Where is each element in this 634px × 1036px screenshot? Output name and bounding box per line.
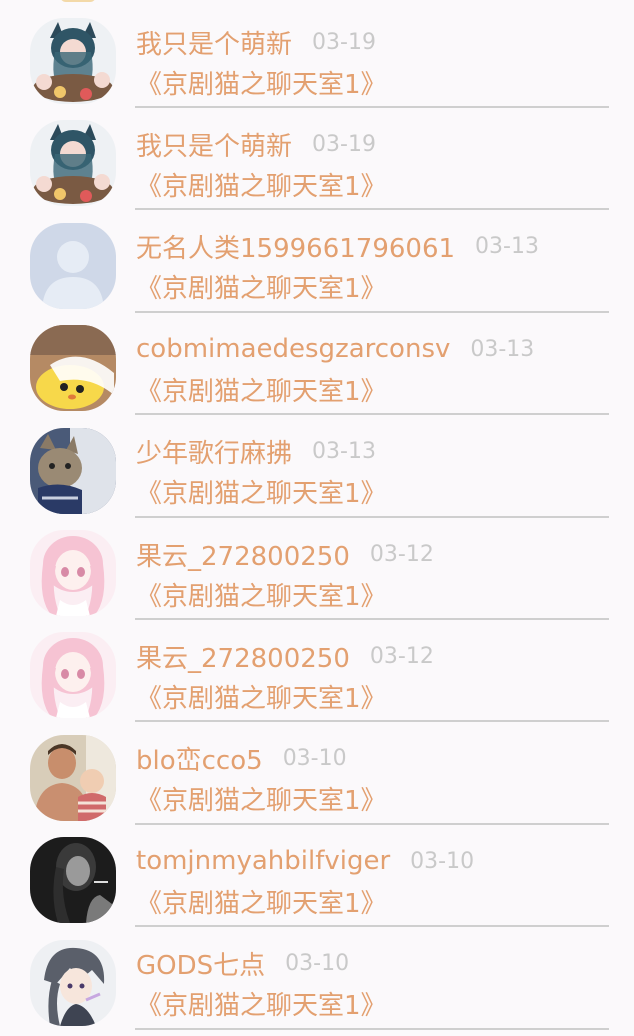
timestamp: 03-13 — [312, 439, 376, 465]
message-preview[interactable]: 《京剧猫之聊天室1》 — [136, 371, 387, 407]
monochrome-portrait-icon — [30, 837, 116, 924]
message-preview[interactable]: 《京剧猫之聊天室1》 — [136, 781, 387, 817]
avatar[interactable] — [30, 530, 116, 616]
chat-list-item[interactable]: tomjnmyahbilfviger 03-10 《京剧猫之聊天室1》 — [0, 819, 634, 928]
message-preview[interactable]: 《京剧猫之聊天室1》 — [136, 269, 387, 305]
username[interactable]: blo峦cco5 — [136, 740, 263, 777]
pink-anime-girl-icon — [30, 632, 116, 719]
message-preview[interactable]: 《京剧猫之聊天室1》 — [136, 166, 387, 202]
timestamp: 03-10 — [282, 746, 347, 772]
chat-list-item[interactable]: blo峦cco5 03-10 《京剧猫之聊天室1》 — [0, 717, 634, 825]
default-person-icon — [30, 222, 116, 309]
anime-catgirl-group-icon — [30, 18, 116, 104]
message-preview[interactable]: 《京剧猫之聊天室1》 — [136, 64, 387, 100]
item-header: 果云_272800250 03-12 — [136, 638, 434, 674]
message-preview[interactable]: 《京剧猫之聊天室1》 — [136, 883, 387, 919]
avatar[interactable] — [30, 939, 116, 1026]
timestamp: 03-10 — [410, 848, 475, 874]
chat-list-item[interactable]: GODS七点 03-10 《京剧猫之聊天室1》 — [0, 922, 634, 1030]
man-with-baby-icon — [30, 734, 116, 821]
username[interactable]: 果云_272800250 — [136, 638, 350, 675]
message-preview[interactable]: 《京剧猫之聊天室1》 — [136, 474, 387, 510]
anime-catgirl-group-icon — [30, 120, 116, 207]
timestamp: 03-13 — [470, 336, 535, 362]
yellow-chick-icon — [30, 325, 116, 412]
username[interactable]: 无名人类1599661796061 — [136, 228, 455, 265]
item-header: blo峦cco5 03-10 — [136, 741, 347, 777]
username[interactable]: 我只是个萌新 — [136, 126, 292, 163]
item-header: 果云_272800250 03-12 — [136, 536, 434, 572]
avatar[interactable] — [30, 18, 116, 104]
item-header: GODS七点 03-10 — [136, 946, 349, 982]
timestamp: 03-19 — [312, 131, 376, 157]
item-header: tomjnmyahbilfviger 03-10 — [136, 843, 474, 879]
item-header: cobmimaedesgzarconsv 03-13 — [136, 331, 534, 367]
username[interactable]: 果云_272800250 — [136, 536, 350, 573]
item-header: 无名人类1599661796061 03-13 — [136, 229, 539, 265]
avatar[interactable] — [30, 325, 116, 412]
chat-list-item[interactable]: 我只是个萌新 03-19 《京剧猫之聊天室1》 — [0, 102, 634, 211]
username[interactable]: 少年歌行麻拂 — [136, 433, 292, 470]
separator — [135, 1027, 609, 1030]
avatar[interactable] — [30, 222, 116, 309]
anime-boy-icon — [30, 939, 116, 1026]
chat-list-item[interactable]: 无名人类1599661796061 03-13 《京剧猫之聊天室1》 — [0, 205, 634, 313]
avatar[interactable] — [30, 632, 116, 719]
chat-list-item[interactable]: 果云_272800250 03-12 《京剧猫之聊天室1》 — [0, 614, 634, 723]
chat-list-item[interactable]: 果云_272800250 03-12 《京剧猫之聊天室1》 — [0, 512, 634, 620]
username[interactable]: GODS七点 — [136, 945, 265, 982]
timestamp: 03-13 — [475, 234, 539, 260]
avatar[interactable] — [30, 120, 116, 207]
chat-list-item[interactable]: 少年歌行麻拂 03-13 《京剧猫之聊天室1》 — [0, 410, 634, 518]
message-preview[interactable]: 《京剧猫之聊天室1》 — [136, 678, 387, 714]
username[interactable]: cobmimaedesgzarconsv — [136, 334, 450, 364]
timestamp: 03-12 — [369, 643, 434, 669]
message-preview[interactable]: 《京剧猫之聊天室1》 — [136, 986, 387, 1022]
timestamp: 03-12 — [369, 541, 434, 567]
username[interactable]: tomjnmyahbilfviger — [136, 846, 390, 876]
avatar[interactable] — [30, 427, 116, 514]
pink-anime-girl-icon — [30, 530, 116, 616]
avatar[interactable] — [30, 837, 116, 924]
avatar[interactable] — [30, 734, 116, 821]
tabby-cat-icon — [30, 427, 116, 514]
item-header: 我只是个萌新 03-19 — [136, 24, 376, 60]
chat-list-item[interactable]: 我只是个萌新 03-19 《京剧猫之聊天室1》 — [0, 0, 634, 108]
chat-list-item[interactable]: cobmimaedesgzarconsv 03-13 《京剧猫之聊天室1》 — [0, 307, 634, 416]
timestamp: 03-19 — [312, 29, 376, 55]
username[interactable]: 我只是个萌新 — [136, 24, 292, 61]
message-preview[interactable]: 《京剧猫之聊天室1》 — [136, 576, 387, 612]
item-header: 我只是个萌新 03-19 — [136, 126, 376, 162]
timestamp: 03-10 — [285, 951, 350, 977]
item-header: 少年歌行麻拂 03-13 — [136, 434, 376, 470]
